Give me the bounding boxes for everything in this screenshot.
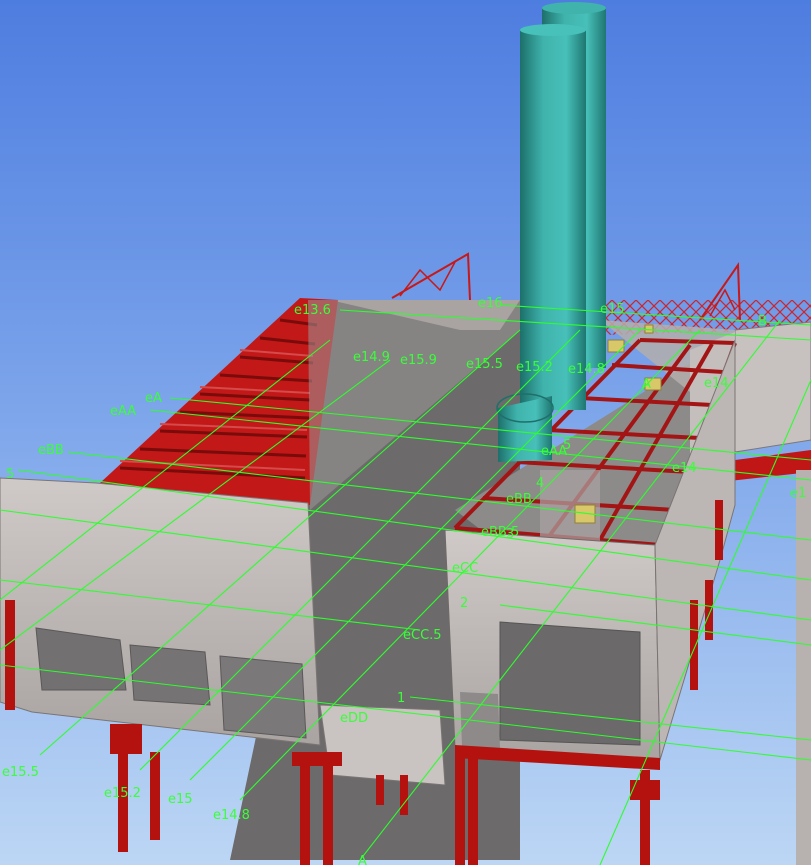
grid-label: eBB bbox=[506, 492, 532, 507]
grid-label: 5 bbox=[563, 438, 571, 453]
grid-label: 4 bbox=[536, 476, 544, 491]
grid-label: e14.9 bbox=[353, 350, 390, 365]
grid-label: eBB bbox=[38, 443, 64, 458]
grid-label: e14 bbox=[672, 461, 697, 476]
grid-label: eCC bbox=[452, 561, 478, 576]
grid-label: e15.9 bbox=[400, 353, 437, 368]
grid-label: e15.5 bbox=[2, 765, 39, 780]
grid-label: e16 bbox=[478, 296, 503, 311]
grid-label: eA bbox=[145, 391, 162, 406]
grid-label: e14 bbox=[704, 376, 729, 391]
grid-label: e1 bbox=[790, 486, 806, 501]
grid-label: A bbox=[642, 377, 651, 392]
grid-label: e15 bbox=[600, 302, 625, 317]
grid-label: eCC.5 bbox=[403, 628, 442, 643]
3d-model-viewport[interactable]: e13.6 e16 e15 e14.9 e15.9 e15.5 e15.2 e1… bbox=[0, 0, 811, 865]
grid-label: e15.2 bbox=[516, 360, 553, 375]
grid-label: e15.2 bbox=[104, 786, 141, 801]
grid-label: 3 bbox=[506, 527, 514, 542]
grid-label: eAA bbox=[110, 404, 136, 419]
grid-label: B bbox=[758, 314, 767, 329]
grid-label: e15.5 bbox=[466, 357, 503, 372]
grid-label: e14.8 bbox=[568, 362, 605, 377]
grid-label: A bbox=[358, 854, 367, 865]
grid-label: e14.8 bbox=[213, 808, 250, 823]
model-scene[interactable]: e13.6 e16 e15 e14.9 e15.9 e15.5 e15.2 e1… bbox=[0, 0, 811, 865]
grid-label: 1 bbox=[397, 691, 405, 706]
grid-label: 5 bbox=[6, 467, 14, 482]
grid-label: e13.6 bbox=[294, 303, 331, 318]
grid-label: eDD bbox=[340, 711, 368, 726]
grid-label: e15 bbox=[168, 792, 193, 807]
grid-label: 2 bbox=[460, 596, 468, 611]
